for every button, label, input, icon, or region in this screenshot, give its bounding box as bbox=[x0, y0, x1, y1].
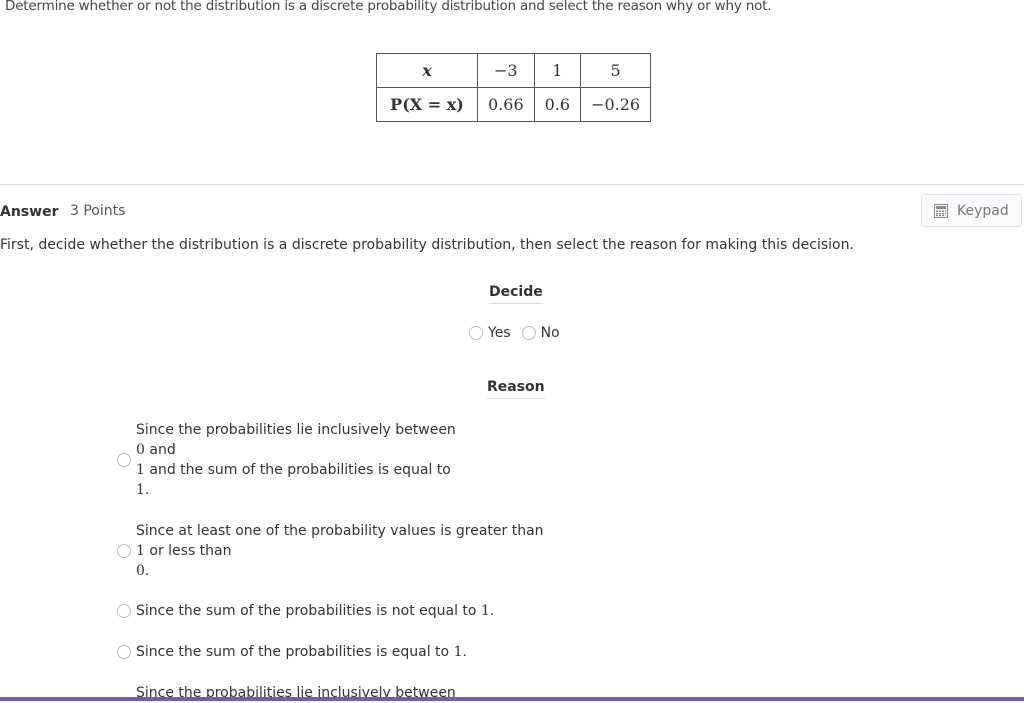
section-divider bbox=[0, 184, 1024, 185]
distribution-table: x −3 1 5 P(X = x) 0.66 0.6 −0.26 bbox=[376, 53, 652, 122]
decide-option-no[interactable]: No bbox=[521, 325, 560, 341]
decide-options: Yes No bbox=[469, 325, 560, 341]
reason-4-text: Since the sum of the probabilities is eq… bbox=[136, 644, 467, 660]
reason-2-text: Since at least one of the probability va… bbox=[136, 523, 544, 579]
answer-label: Answer bbox=[0, 204, 59, 220]
probability-value: 0.6 bbox=[533, 87, 582, 122]
bottom-accent-bar bbox=[0, 697, 1024, 701]
reason-1-text: Since the probabilities lie inclusively … bbox=[136, 422, 456, 498]
reason-option-3[interactable]: Since the sum of the probabilities is no… bbox=[117, 601, 494, 621]
probability-value: 0.66 bbox=[477, 87, 535, 122]
reason-2-radio[interactable] bbox=[117, 544, 131, 558]
reason-3-text: Since the sum of the probabilities is no… bbox=[136, 603, 495, 619]
table-row-x: x −3 1 5 bbox=[376, 53, 652, 88]
x-value: 5 bbox=[580, 53, 652, 88]
decide-option-yes[interactable]: Yes bbox=[469, 325, 511, 341]
yes-label: Yes bbox=[488, 325, 511, 341]
calculator-icon bbox=[934, 203, 948, 218]
no-radio[interactable] bbox=[521, 326, 536, 340]
row-header-probability: P(X = x) bbox=[376, 87, 478, 122]
no-label: No bbox=[540, 325, 560, 341]
x-value: 1 bbox=[533, 53, 582, 88]
keypad-button[interactable]: Keypad bbox=[921, 194, 1022, 227]
keypad-label: Keypad bbox=[957, 202, 1009, 219]
reason-4-radio[interactable] bbox=[117, 645, 131, 659]
yes-radio[interactable] bbox=[469, 326, 483, 340]
reason-option-4[interactable]: Since the sum of the probabilities is eq… bbox=[117, 642, 467, 662]
reason-1-radio[interactable] bbox=[117, 453, 131, 467]
reason-3-radio[interactable] bbox=[117, 604, 131, 618]
question-text: Determine whether or not the distributio… bbox=[5, 0, 772, 14]
probability-value: −0.26 bbox=[580, 87, 652, 122]
answer-instructions: First, decide whether the distribution i… bbox=[0, 237, 854, 253]
row-header-x: x bbox=[376, 53, 478, 88]
x-value: −3 bbox=[477, 53, 535, 88]
points-label: 3 Points bbox=[70, 203, 126, 219]
reason-option-2[interactable]: Since at least one of the probability va… bbox=[117, 521, 544, 581]
reason-heading: Reason bbox=[487, 379, 545, 399]
decide-heading: Decide bbox=[489, 284, 543, 304]
table-row-probability: P(X = x) 0.66 0.6 −0.26 bbox=[376, 87, 652, 122]
reason-option-1[interactable]: Since the probabilities lie inclusively … bbox=[117, 420, 456, 500]
